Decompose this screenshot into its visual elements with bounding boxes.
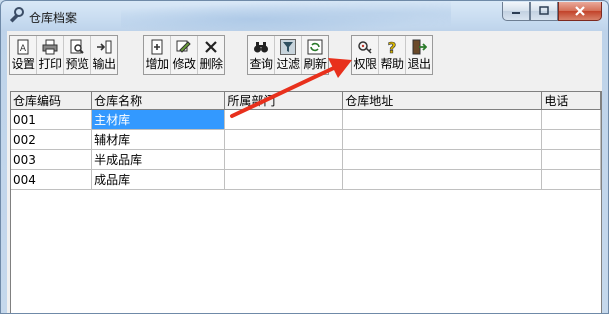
- column-header-code[interactable]: 仓库编码: [11, 92, 93, 110]
- settings-doc-icon: A: [17, 39, 29, 55]
- toolbar-group-output: A 设置 打印 预览 输出: [9, 35, 118, 75]
- export-icon: [97, 40, 112, 54]
- cell-department[interactable]: [224, 109, 344, 130]
- svg-text:A: A: [20, 44, 27, 54]
- settings-label: 设置: [11, 57, 35, 71]
- title-bar[interactable]: 仓库档案: [1, 1, 608, 31]
- query-button[interactable]: 查询: [248, 36, 275, 74]
- toolbar: A 设置 打印 预览 输出 增加 修改 删除 查询 过滤 刷新 权限 ? 帮助 …: [7, 31, 602, 77]
- cell-phone[interactable]: [541, 129, 601, 150]
- export-button[interactable]: 输出: [91, 36, 117, 74]
- exit-label: 退出: [407, 57, 431, 71]
- filter-icon: [280, 39, 296, 55]
- column-header-department[interactable]: 所属部门: [224, 92, 344, 110]
- svg-text:?: ?: [388, 39, 397, 55]
- cell-department[interactable]: [224, 169, 344, 190]
- table-row[interactable]: 004 成品库: [11, 169, 601, 190]
- cell-name[interactable]: 成品库: [91, 169, 226, 190]
- toolbar-group-system: 权限 ? 帮助 退出: [351, 35, 433, 75]
- printer-icon: [42, 39, 58, 55]
- cell-address[interactable]: [342, 169, 543, 190]
- exit-button[interactable]: 退出: [406, 36, 432, 74]
- permission-icon: [358, 41, 372, 54]
- table-row[interactable]: 002 辅材库: [11, 129, 601, 150]
- edit-label: 修改: [172, 57, 196, 71]
- settings-button[interactable]: A 设置: [10, 36, 37, 74]
- table-row[interactable]: 001 主材库: [11, 109, 601, 130]
- add-icon: [151, 39, 163, 55]
- query-label: 查询: [249, 57, 273, 71]
- client-area: A 设置 打印 预览 输出 增加 修改 删除 查询 过滤 刷新 权限 ? 帮助 …: [7, 31, 602, 313]
- caption-buttons: [502, 2, 602, 21]
- delete-label: 删除: [199, 57, 223, 71]
- minimize-button[interactable]: [502, 2, 530, 21]
- export-label: 输出: [92, 57, 116, 71]
- close-icon: [575, 6, 585, 16]
- maximize-button[interactable]: [530, 2, 558, 21]
- cell-phone[interactable]: [541, 109, 601, 130]
- minimize-icon: [512, 12, 520, 14]
- warehouse-grid[interactable]: 仓库编码 仓库名称 所属部门 仓库地址 电话 001 主材库 002 辅材库 0…: [10, 91, 602, 313]
- cell-code[interactable]: 001: [11, 109, 93, 130]
- cell-phone[interactable]: [541, 169, 601, 190]
- cell-address[interactable]: [342, 149, 543, 170]
- help-icon: ?: [387, 39, 397, 55]
- filter-button[interactable]: 过滤: [275, 36, 302, 74]
- cell-code[interactable]: 002: [11, 129, 93, 150]
- help-label: 帮助: [380, 57, 404, 71]
- cell-name[interactable]: 半成品库: [91, 149, 226, 170]
- cell-department[interactable]: [224, 129, 344, 150]
- toolbar-group-query: 查询 过滤 刷新: [247, 35, 329, 75]
- cell-name-selected[interactable]: 主材库: [91, 109, 226, 130]
- cell-name[interactable]: 辅材库: [91, 129, 226, 150]
- edit-icon: [176, 40, 191, 53]
- permission-button[interactable]: 权限: [352, 36, 379, 74]
- print-button[interactable]: 打印: [37, 36, 64, 74]
- delete-button[interactable]: 删除: [198, 36, 224, 74]
- cell-code[interactable]: 004: [11, 169, 93, 190]
- table-row[interactable]: 003 半成品库: [11, 149, 601, 170]
- column-header-name[interactable]: 仓库名称: [91, 92, 226, 110]
- wrench-app-icon: [9, 7, 24, 23]
- print-label: 打印: [38, 57, 62, 71]
- preview-icon: [70, 39, 84, 54]
- title-bar-background: [121, 1, 451, 31]
- toolbar-group-edit: 增加 修改 删除: [143, 35, 225, 75]
- filter-label: 过滤: [276, 57, 300, 71]
- cell-code[interactable]: 003: [11, 149, 93, 170]
- column-header-phone[interactable]: 电话: [541, 92, 601, 110]
- refresh-label: 刷新: [303, 57, 327, 71]
- edit-button[interactable]: 修改: [171, 36, 198, 74]
- maximize-icon: [539, 6, 549, 15]
- cell-address[interactable]: [342, 129, 543, 150]
- close-button[interactable]: [558, 2, 602, 21]
- delete-icon: [205, 41, 217, 53]
- add-label: 增加: [145, 57, 169, 71]
- warehouse-archive-window: 仓库档案 A 设置 打印 预览 输出 增加 修改 删除 查询 过滤 刷新 权限 …: [0, 0, 609, 314]
- cell-phone[interactable]: [541, 149, 601, 170]
- warehouse-table: 仓库编码 仓库名称 所属部门 仓库地址 电话 001 主材库 002 辅材库 0…: [11, 92, 601, 190]
- permission-label: 权限: [353, 57, 377, 71]
- help-button[interactable]: ? 帮助: [379, 36, 406, 74]
- header-row: 仓库编码 仓库名称 所属部门 仓库地址 电话: [11, 92, 601, 110]
- add-button[interactable]: 增加: [144, 36, 171, 74]
- refresh-button[interactable]: 刷新: [302, 36, 328, 74]
- cell-department[interactable]: [224, 149, 344, 170]
- preview-label: 预览: [65, 57, 89, 71]
- window-title: 仓库档案: [29, 11, 78, 25]
- binoculars-icon: [254, 42, 268, 53]
- cell-address[interactable]: [342, 109, 543, 130]
- preview-button[interactable]: 预览: [64, 36, 91, 74]
- refresh-icon: [307, 39, 323, 55]
- exit-icon: [412, 39, 427, 55]
- column-header-address[interactable]: 仓库地址: [342, 92, 543, 110]
